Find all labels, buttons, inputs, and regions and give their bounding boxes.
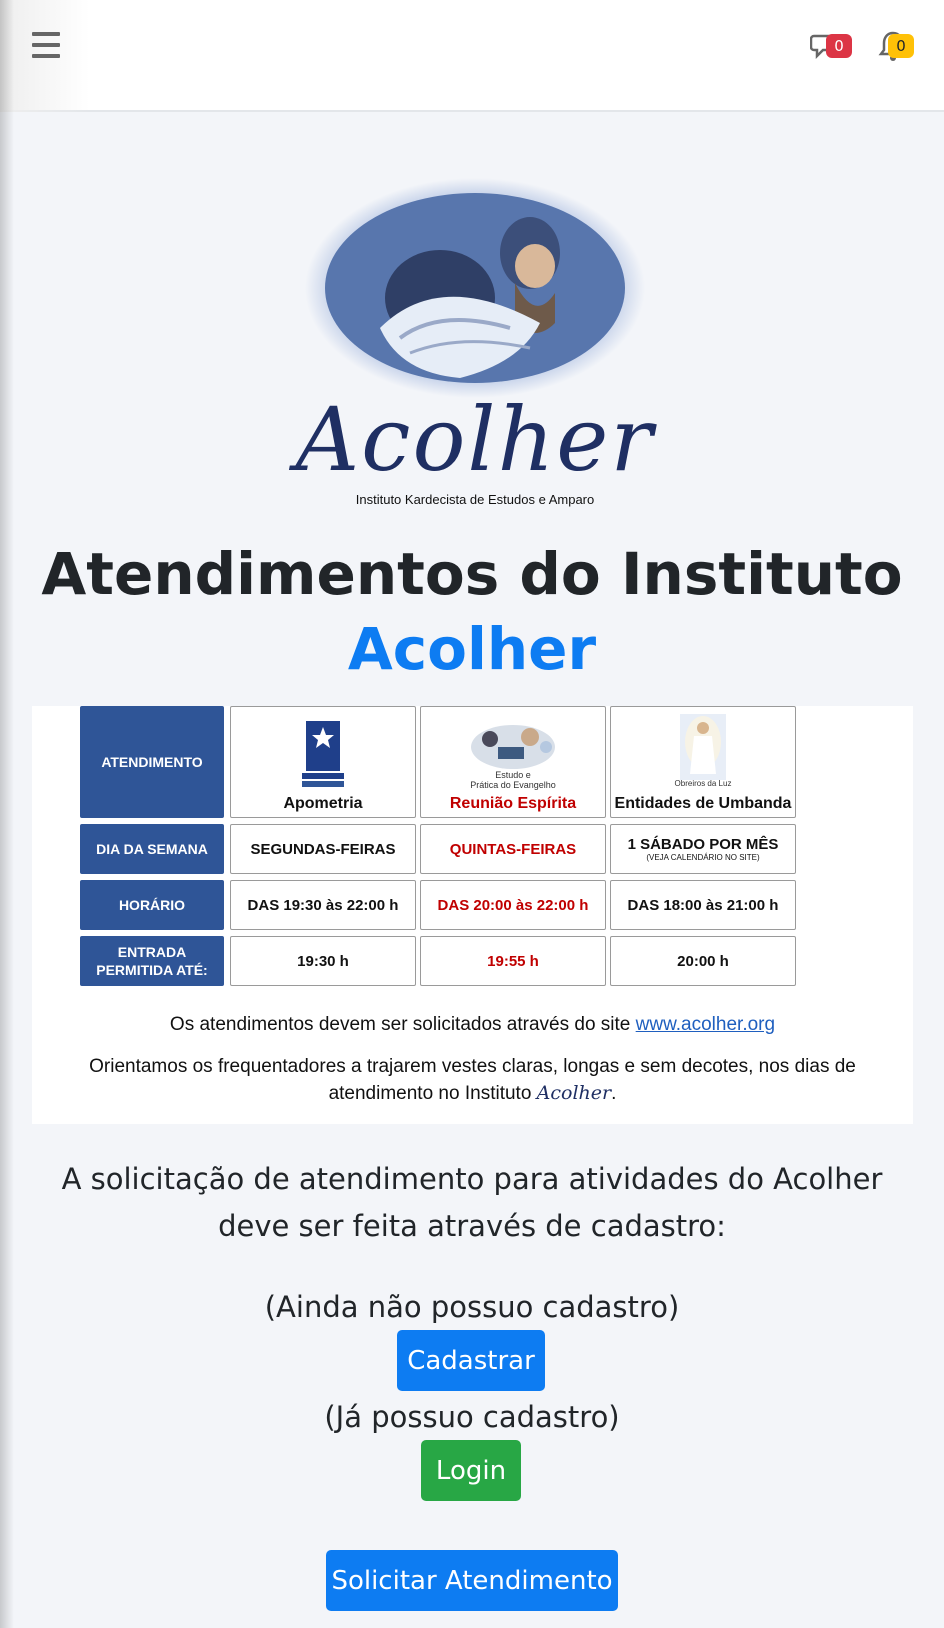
- service-umbanda: Obreiros da Luz Entidades de Umbanda: [610, 706, 796, 818]
- header-dia-semana: DIA DA SEMANA: [80, 824, 224, 874]
- notifications-count-badge: 0: [888, 34, 914, 58]
- schedule-note-prefix: Os atendimentos devem ser solicitados at…: [169, 1014, 631, 1035]
- entrada-reuniao: 19:55 h: [420, 936, 606, 986]
- umbanda-caption: Obreiros da Luz: [674, 779, 732, 789]
- service-name-apometria: Apometria: [283, 795, 363, 812]
- embrace-illustration: [305, 178, 645, 398]
- dia-umbanda-main: 1 SÁBADO POR MÊS: [627, 836, 779, 853]
- horario-reuniao: DAS 20:00 às 22:00 h: [420, 880, 606, 930]
- dia-umbanda-note: (VEJA CALENDÁRIO NO SITE): [646, 853, 760, 862]
- header-entrada-line2: PERMITIDA ATÉ:: [96, 962, 208, 978]
- dia-apometria: SEGUNDAS-FEIRAS: [230, 824, 416, 874]
- dia-umbanda: 1 SÁBADO POR MÊS (VEJA CALENDÁRIO NO SIT…: [610, 824, 796, 874]
- dia-reuniao: QUINTAS-FEIRAS: [420, 824, 606, 874]
- gospel-study-icon: [471, 725, 555, 770]
- page-title-brand: Acolher: [347, 615, 597, 683]
- registration-info-text: A solicitação de atendimento para ativid…: [61, 1162, 883, 1244]
- messages-count-badge: 0: [826, 34, 852, 58]
- schedule-table-image: ATENDIMENTO Apometria Estudo e Prática d…: [32, 706, 913, 1124]
- schedule-note-site: Os atendimentos devem ser solicitados at…: [32, 1014, 913, 1036]
- sidebar-edge-shadow: [0, 0, 14, 1628]
- notifications-button[interactable]: 0: [878, 30, 924, 66]
- logo-wordmark: Acolher: [295, 388, 655, 491]
- header-atendimento: ATENDIMENTO: [80, 706, 224, 818]
- has-account-hint: (Já possuo cadastro): [324, 1400, 620, 1434]
- service-reuniao-espirita: Estudo e Prática do Evangelho Reunião Es…: [420, 706, 606, 818]
- service-name-umbanda: Entidades de Umbanda: [614, 795, 792, 812]
- service-apometria: Apometria: [230, 706, 416, 818]
- site-link[interactable]: www.acolher.org: [636, 1014, 775, 1035]
- gospel-caption-line2: Prática do Evangelho: [470, 780, 556, 791]
- logo-subtitle: Instituto Kardecista de Estudos e Amparo: [355, 492, 595, 507]
- header-entrada-line1: ENTRADA: [117, 943, 187, 960]
- obreiros-da-luz-icon: [680, 714, 726, 781]
- schedule-note-dress-code: Orientamos os frequentadores a trajarem …: [42, 1054, 903, 1107]
- header-entrada: ENTRADA PERMITIDA ATÉ:: [80, 936, 224, 986]
- no-account-hint: (Ainda não possuo cadastro): [264, 1290, 680, 1324]
- page-title: Atendimentos do Instituto: [41, 540, 903, 608]
- entrada-apometria: 19:30 h: [230, 936, 416, 986]
- dress-code-end: .: [611, 1083, 617, 1105]
- entrada-umbanda: 20:00 h: [610, 936, 796, 986]
- horario-apometria: DAS 19:30 às 22:00 h: [230, 880, 416, 930]
- login-button[interactable]: Login: [421, 1440, 521, 1501]
- register-button[interactable]: Cadastrar: [397, 1330, 545, 1391]
- top-navbar: 0 0: [0, 0, 944, 112]
- acolher-logo: Acolher Instituto Kardecista de Estudos …: [290, 178, 660, 518]
- apometria-logo-icon: [302, 721, 344, 787]
- dress-code-text: Orientamos os frequentadores a trajarem …: [89, 1056, 856, 1105]
- header-horario: HORÁRIO: [80, 880, 224, 930]
- request-service-button[interactable]: Solicitar Atendimento: [326, 1550, 618, 1611]
- menu-icon[interactable]: [32, 32, 60, 58]
- horario-umbanda: DAS 18:00 às 21:00 h: [610, 880, 796, 930]
- messages-button[interactable]: 0: [810, 30, 856, 66]
- dress-code-brand: Acolher: [536, 1082, 612, 1105]
- service-name-reuniao: Reunião Espírita: [449, 795, 577, 812]
